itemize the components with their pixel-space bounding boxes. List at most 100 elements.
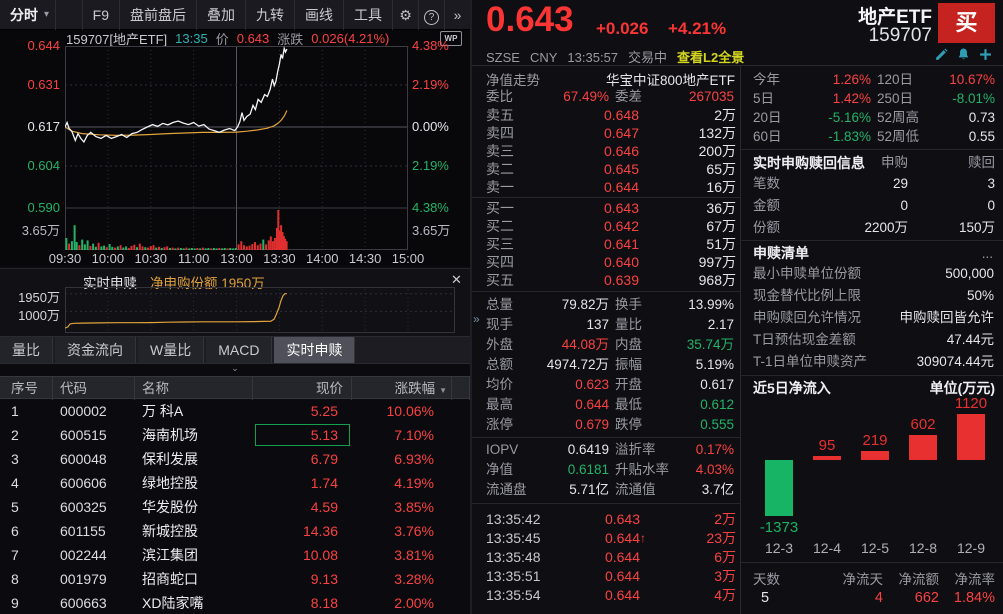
column-header[interactable]: 代码: [53, 377, 135, 400]
quote-subline: SZSECNY13:35:57交易中查看L2全景: [486, 47, 754, 66]
y-axis-pct-tick: 2.19%: [412, 158, 468, 173]
tick-price: 0.644: [605, 548, 640, 567]
ask-level-row[interactable]: 卖二0.64565万: [472, 160, 740, 178]
stat-label: 跌停: [609, 415, 673, 435]
bid-level-row[interactable]: 买三0.64151万: [472, 235, 740, 253]
ask-level-row[interactable]: 卖一0.64416万: [472, 178, 740, 196]
alert-bell-icon[interactable]: [957, 48, 970, 61]
stat-value: 0.6181: [520, 460, 609, 480]
level-price: 0.642: [528, 217, 639, 235]
row-price: 1.74: [253, 471, 352, 495]
stat-label: 流通值: [609, 480, 673, 500]
redemption-title: 申赎清单: [741, 243, 945, 263]
table-row[interactable]: 6601155新城控股14.363.76%: [0, 519, 470, 543]
stat-row: IOPV0.6419溢折率0.17%: [472, 440, 740, 460]
toolbar-item-f9[interactable]: F9: [82, 0, 119, 30]
stat-value: 0.679: [520, 415, 609, 435]
ask-level-row[interactable]: 卖三0.646200万: [472, 142, 740, 160]
price-change-pct: +4.21%: [668, 19, 726, 39]
tab-fund-flow[interactable]: 资金流向: [55, 337, 136, 363]
table-row[interactable]: 2600515海南机场5.137.10%: [0, 423, 470, 447]
row-seq: 2: [0, 423, 53, 447]
volume-axis-label: 3.65万: [412, 220, 468, 239]
tick-volume: 6万: [652, 548, 740, 567]
l2-panorama-link[interactable]: 查看L2全景: [677, 50, 744, 65]
stat-label: 涨停: [472, 415, 520, 435]
netflow-value-label: 219: [845, 432, 905, 449]
ask-level-row[interactable]: 卖五0.6482万: [472, 106, 740, 124]
stat-row: 均价0.623开盘0.617: [472, 375, 740, 395]
bid-level-row[interactable]: 买四0.640997万: [472, 253, 740, 271]
column-header[interactable]: 序号: [0, 377, 53, 400]
more-ellipsis-icon[interactable]: ...: [945, 246, 1003, 261]
table-row[interactable]: 8001979招商蛇口9.133.28%: [0, 567, 470, 591]
scroll-gutter: [452, 471, 470, 495]
edit-pencil-icon[interactable]: [935, 48, 948, 61]
level-label: 买三: [472, 235, 528, 253]
tab-macd[interactable]: MACD: [206, 337, 272, 363]
table-row[interactable]: 9600663XD陆家嘴8.182.00%: [0, 591, 470, 614]
subscription-title: 实时申购赎回信息: [741, 153, 867, 173]
add-plus-icon[interactable]: [979, 48, 992, 61]
fund-name[interactable]: 华宝中证800地产ETF: [582, 69, 740, 89]
toolbar-item-nine-turn[interactable]: 九转: [245, 0, 294, 30]
toolbar-item-pre-post-market[interactable]: 盘前盘后: [119, 0, 196, 30]
volume-axis-label: 3.65万: [4, 220, 60, 239]
bid-level-row[interactable]: 买一0.64336万: [472, 199, 740, 217]
toolbar-item-overlay[interactable]: 叠加: [196, 0, 245, 30]
stat-label: 总量: [472, 295, 520, 315]
trading-app-window: 分时 ▾ F9盘前盘后叠加九转画线工具 ⚙ ? » 159707[地产ETF] …: [0, 0, 1003, 614]
row-code: 600325: [53, 495, 135, 519]
stat-row: 外盘44.08万内盘35.74万: [472, 335, 740, 355]
commission-ratio-row: 委比 67.49% 委差 267035: [472, 87, 740, 107]
column-header[interactable]: 涨跌幅▼: [352, 377, 452, 400]
level-volume: 67万: [639, 217, 740, 235]
level-label: 买五: [472, 271, 528, 289]
stat-value: 4974.72万: [520, 355, 609, 375]
view-mode-label: 分时: [10, 5, 38, 25]
column-header-label: 现价: [316, 381, 343, 396]
weicha-label: 委差: [609, 87, 673, 107]
table-row[interactable]: 7002244滨江集团10.083.81%: [0, 543, 470, 567]
more-tools-button[interactable]: »: [444, 0, 470, 30]
subscription-row: 份额2200万150万: [741, 217, 1003, 239]
y-axis-price-tick: 0.590: [4, 200, 60, 215]
table-row[interactable]: 4600606绿地控股1.744.19%: [0, 471, 470, 495]
toolbar-items: F9盘前盘后叠加九转画线工具: [82, 0, 392, 30]
ask-level-row[interactable]: 卖四0.647132万: [472, 124, 740, 142]
tab-realtime-subscription[interactable]: 实时申赎: [274, 337, 355, 363]
toolbar-item-tools[interactable]: 工具: [343, 0, 392, 30]
intraday-chart[interactable]: 159707[地产ETF] 13:35 价 0.643 涨跌 0.026(4.2…: [0, 30, 470, 266]
intraday-plot[interactable]: [65, 46, 408, 253]
netflow-bar: [909, 435, 937, 460]
view-mode-dropdown[interactable]: 分时 ▾: [0, 0, 56, 30]
mini-plot[interactable]: [65, 287, 455, 336]
perf-value: 0.55: [947, 127, 1003, 146]
toolbar-item-draw-line[interactable]: 画线: [294, 0, 343, 30]
table-row[interactable]: 5600325华发股份4.593.85%: [0, 495, 470, 519]
help-button[interactable]: ?: [418, 0, 444, 30]
perf-value: -5.16%: [785, 108, 871, 127]
stat-label: 换手: [609, 295, 673, 315]
buy-button[interactable]: 买: [938, 3, 995, 43]
x-axis-time-tick: 10:00: [86, 251, 130, 266]
settings-button[interactable]: ⚙: [392, 0, 418, 30]
column-header[interactable]: 现价: [253, 377, 352, 400]
bid-level-row[interactable]: 买二0.64267万: [472, 217, 740, 235]
table-row[interactable]: 1000002万 科A5.2510.06%: [0, 399, 470, 423]
tab-w-volume-ratio[interactable]: W量比: [138, 337, 204, 363]
row-seq: 4: [0, 471, 53, 495]
table-row[interactable]: 3600048保利发展6.796.93%: [0, 447, 470, 471]
redemption-value: 50%: [891, 285, 1003, 307]
stat-value: 44.08万: [520, 335, 609, 355]
row-code: 002244: [53, 543, 135, 567]
sub-subscribe-value: 29: [811, 173, 908, 195]
scroll-gutter: [452, 495, 470, 519]
stat-row: 总量79.82万换手13.99%: [472, 295, 740, 315]
column-header[interactable]: 名称: [135, 377, 253, 400]
tab-volume-ratio[interactable]: 量比: [0, 337, 53, 363]
column-header-label: 序号: [11, 381, 38, 396]
bid-level-row[interactable]: 买五0.639968万: [472, 271, 740, 289]
panel-collapse-handle[interactable]: ⌄: [215, 364, 255, 374]
close-icon[interactable]: ✕: [448, 271, 465, 288]
